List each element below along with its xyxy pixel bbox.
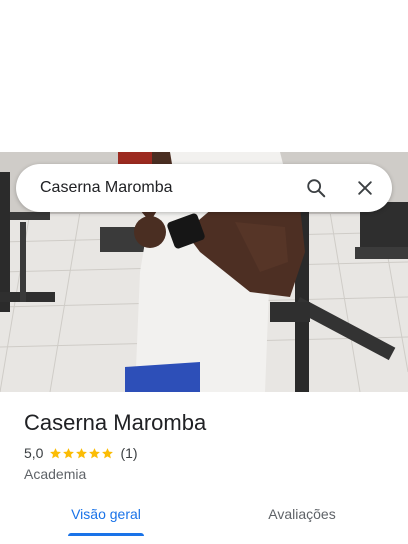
star-icon bbox=[76, 447, 88, 458]
place-title: Caserna Maromba bbox=[24, 410, 207, 435]
search-input[interactable]: Caserna Maromba bbox=[40, 164, 173, 212]
star-icon bbox=[102, 447, 114, 458]
search-button[interactable] bbox=[300, 172, 332, 204]
rating-row[interactable]: 5,0 (1) bbox=[24, 444, 138, 462]
search-bar[interactable]: Caserna Maromba bbox=[16, 164, 392, 212]
selected-tab-indicator bbox=[68, 533, 144, 536]
tab-overview[interactable]: Visão geral bbox=[56, 496, 156, 532]
close-button[interactable] bbox=[349, 172, 381, 204]
star-icon bbox=[63, 447, 75, 458]
tab-bar: Visão geral Avaliações bbox=[0, 496, 408, 544]
star-icon bbox=[89, 447, 101, 458]
rating-value: 5,0 bbox=[24, 445, 44, 461]
star-icon bbox=[50, 447, 62, 458]
review-count[interactable]: (1) bbox=[120, 445, 137, 461]
place-category[interactable]: Academia bbox=[24, 465, 86, 483]
tab-reviews[interactable]: Avaliações bbox=[252, 496, 352, 532]
star-rating bbox=[49, 447, 114, 460]
close-icon bbox=[358, 181, 372, 195]
map-area-blank bbox=[0, 0, 408, 152]
search-icon bbox=[307, 179, 326, 198]
